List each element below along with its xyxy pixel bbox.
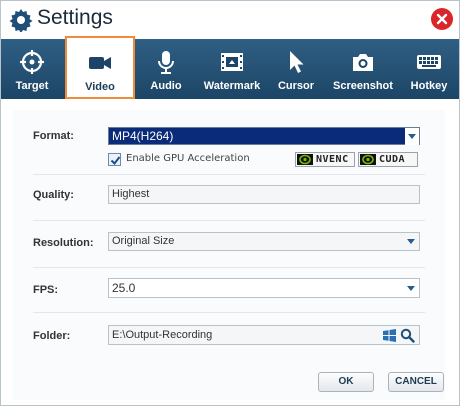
camera-icon xyxy=(353,54,373,71)
folder-label: Folder: xyxy=(33,330,71,342)
keyboard-icon xyxy=(417,55,441,69)
quality-select[interactable]: Highest xyxy=(108,185,420,204)
settings-window: Settings Target Video Audio Watermark Cu… xyxy=(0,0,460,406)
tab-label: Cursor xyxy=(277,80,315,92)
tab-video[interactable]: Video xyxy=(65,36,135,99)
tab-screenshot[interactable]: Screenshot xyxy=(329,39,397,99)
tab-watermark[interactable]: Watermark xyxy=(199,39,265,99)
divider xyxy=(33,174,425,175)
quality-value: Highest xyxy=(112,188,150,200)
gpu-acceleration-label: Enable GPU Acceleration xyxy=(126,153,250,164)
search-icon xyxy=(400,328,415,343)
fps-select[interactable]: 25.0 xyxy=(108,278,420,298)
video-camera-icon xyxy=(89,57,111,69)
resolution-value: Original Size xyxy=(112,235,175,247)
resolution-select[interactable]: Original Size xyxy=(108,232,420,251)
fps-label: FPS: xyxy=(33,284,59,296)
tab-label: Watermark xyxy=(203,80,261,92)
fps-value: 25.0 xyxy=(112,281,136,295)
settings-toolbar: Target Video Audio Watermark Cursor Scre… xyxy=(1,36,459,99)
resolution-label: Resolution: xyxy=(33,237,94,249)
chevron-down-icon xyxy=(407,239,415,244)
gear-icon xyxy=(9,9,33,32)
nvenc-badge: NVENC xyxy=(295,152,355,167)
quality-label: Quality: xyxy=(33,189,74,201)
nvidia-logo-icon xyxy=(360,154,376,165)
cursor-icon xyxy=(290,51,304,73)
folder-path-value: E:\Output-Recording xyxy=(112,329,213,341)
tab-cursor[interactable]: Cursor xyxy=(271,39,321,99)
format-value: MP4(H264) xyxy=(112,129,174,143)
cuda-badge: CUDA xyxy=(358,152,418,167)
divider xyxy=(33,312,425,313)
format-select[interactable]: MP4(H264) xyxy=(108,127,420,145)
close-button[interactable] xyxy=(431,8,453,30)
tab-label: Target xyxy=(15,80,49,92)
tab-label: Hotkey xyxy=(410,80,448,92)
divider xyxy=(33,220,425,221)
title-bar: Settings xyxy=(1,1,459,39)
video-settings-panel: Format: MP4(H264) Enable GPU Acceleratio… xyxy=(13,110,445,400)
chevron-down-icon xyxy=(408,134,416,139)
tab-hotkey[interactable]: Hotkey xyxy=(403,39,455,99)
cuda-text: CUDA xyxy=(379,154,406,165)
nvidia-logo-icon xyxy=(297,154,313,165)
nvenc-text: NVENC xyxy=(316,154,349,165)
tab-label: Audio xyxy=(150,80,182,92)
format-dropdown-button[interactable] xyxy=(405,128,419,145)
gpu-acceleration-checkbox[interactable] xyxy=(108,153,121,166)
windows-folder-icon xyxy=(383,329,396,342)
tab-label: Video xyxy=(85,81,115,93)
tab-target[interactable]: Target xyxy=(1,39,63,99)
divider xyxy=(33,267,425,268)
chevron-down-icon xyxy=(407,286,415,291)
tab-audio[interactable]: Audio xyxy=(141,39,191,99)
checkmark-icon xyxy=(110,156,121,166)
film-icon xyxy=(221,53,243,71)
microphone-icon xyxy=(158,51,174,74)
crosshair-icon xyxy=(20,50,44,74)
close-icon xyxy=(436,13,448,25)
ok-button[interactable]: OK xyxy=(318,372,374,392)
cancel-button[interactable]: CANCEL xyxy=(388,372,444,392)
open-folder-button[interactable] xyxy=(382,328,397,343)
tab-label: Screenshot xyxy=(333,80,393,92)
window-title: Settings xyxy=(37,6,113,29)
browse-folder-button[interactable] xyxy=(400,328,415,343)
folder-path-field[interactable]: E:\Output-Recording xyxy=(108,325,420,345)
format-label: Format: xyxy=(33,130,74,142)
